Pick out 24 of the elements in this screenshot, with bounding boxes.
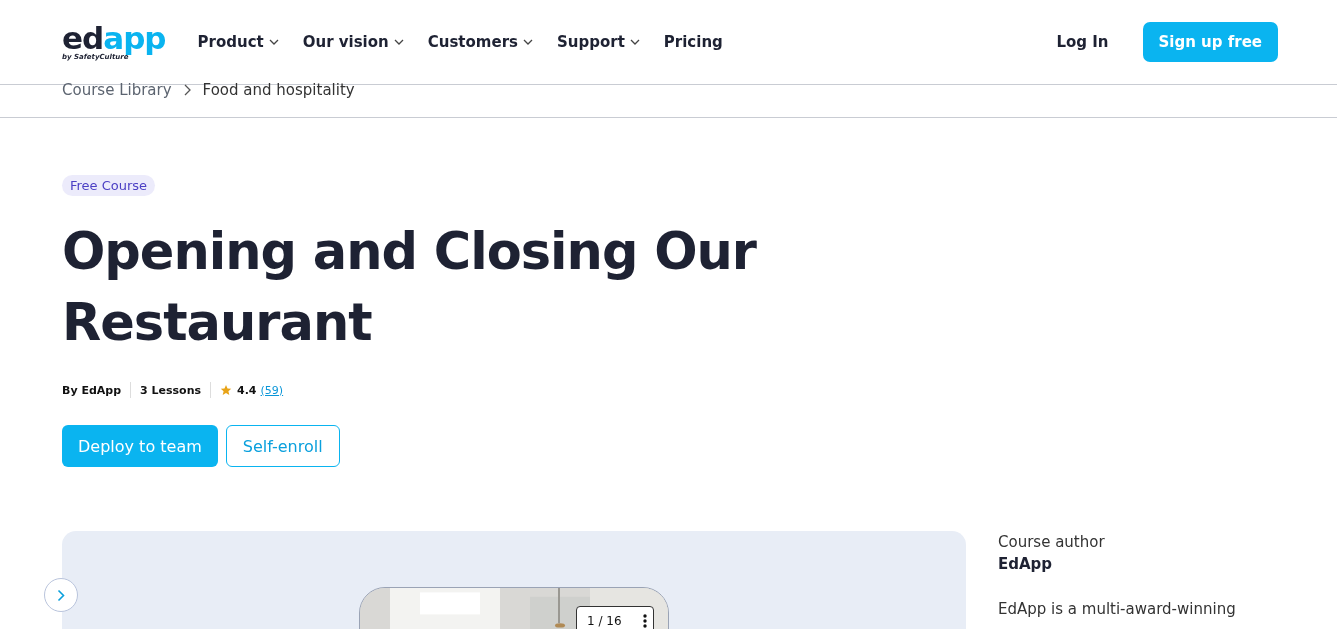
chevron-down-icon [268, 39, 279, 45]
author-label: Course author [998, 533, 1105, 551]
more-icon[interactable] [643, 614, 647, 628]
nav-item[interactable]: Pricing [663, 33, 723, 51]
chevron-down-icon [393, 39, 404, 45]
nav-item[interactable]: Our vision [302, 33, 404, 51]
star-icon [220, 384, 233, 396]
course-author: By EdApp [62, 383, 122, 397]
lesson-count: 3 Lessons [140, 383, 202, 397]
chevron-right-icon [57, 588, 65, 602]
logo-wordmark: edapp [62, 22, 166, 53]
chevron-down-icon [523, 39, 533, 45]
chevron-down-icon [629, 39, 640, 45]
rating-value: 4.4 [237, 383, 257, 397]
nav-item[interactable]: Customers [427, 33, 533, 51]
course-title: Opening and Closing Our Restaurant [62, 221, 758, 354]
nav-item[interactable]: Product [197, 33, 279, 51]
page-counter: 1 / 16 [576, 606, 654, 629]
login-button[interactable]: Log In [1050, 32, 1115, 52]
nav-item[interactable]: Support [557, 33, 640, 51]
course-badge: Free Course [62, 175, 156, 196]
author-description: EdApp is a multi-award-winning [998, 599, 1236, 620]
chevron-right-icon [183, 84, 191, 96]
author-name: EdApp [998, 554, 1054, 575]
